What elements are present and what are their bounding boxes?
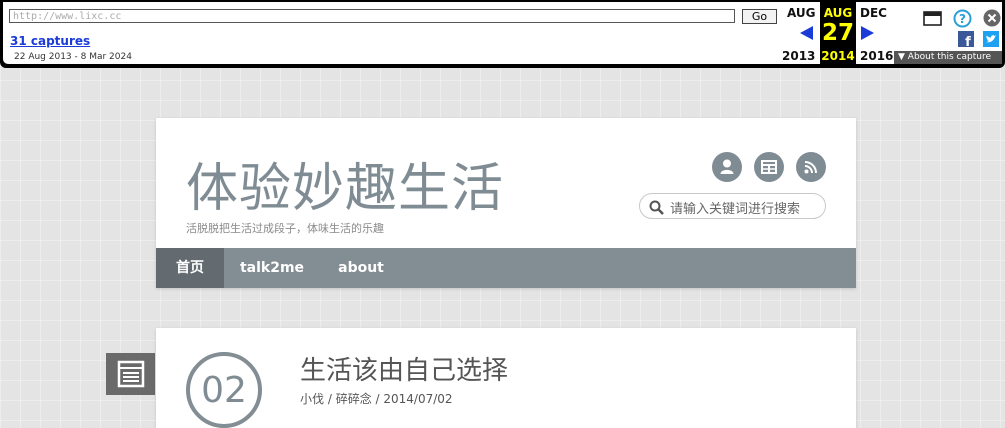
post-author[interactable]: 小伐 bbox=[300, 392, 324, 406]
site-title[interactable]: 体验妙趣生活 bbox=[186, 146, 504, 221]
about-capture-button[interactable]: ▼ About this capture bbox=[894, 51, 1002, 64]
current-year-label: 2014 bbox=[821, 49, 855, 63]
prev-capture-arrow-icon[interactable] bbox=[800, 26, 813, 40]
post-meta: 小伐 / 碎碎念 / 2014/07/02 bbox=[300, 390, 453, 407]
facebook-icon[interactable]: f bbox=[958, 31, 974, 47]
next-month-label[interactable]: DEC bbox=[860, 6, 887, 20]
search-placeholder: 请输入关键词进行搜索 bbox=[670, 202, 801, 217]
main-nav: 首页 talk2me about bbox=[156, 248, 856, 288]
nav-item-home[interactable]: 首页 bbox=[156, 248, 224, 288]
window-icon[interactable] bbox=[923, 11, 942, 26]
site-header: 体验妙趣生活 活脱脱把生活过成段子，体味生活的乐趣 请输入关键词进行搜索 首页 bbox=[156, 118, 856, 288]
next-year-label[interactable]: 2016 bbox=[860, 49, 893, 63]
capture-date-range: 22 Aug 2013 - 8 Mar 2024 bbox=[14, 52, 132, 62]
rss-icon[interactable] bbox=[796, 152, 826, 182]
captures-link[interactable]: 31 captures bbox=[10, 34, 90, 48]
post-category[interactable]: 碎碎念 bbox=[336, 392, 372, 406]
post-day-badge: 02 bbox=[186, 352, 262, 428]
user-icon[interactable] bbox=[712, 152, 742, 182]
prev-month-label[interactable]: AUG bbox=[787, 6, 816, 20]
current-day-label: 27 bbox=[821, 20, 854, 46]
nav-item-about[interactable]: about bbox=[320, 248, 402, 288]
nav-item-talk2me[interactable]: talk2me bbox=[224, 248, 320, 288]
post-day-number: 02 bbox=[201, 370, 247, 411]
close-icon[interactable] bbox=[983, 9, 1001, 27]
post-date: 2014/07/02 bbox=[383, 392, 453, 406]
wayback-toolbar-panel: http://www.lixc.cc Go 31 captures 22 Aug… bbox=[3, 2, 1002, 64]
wayback-go-button[interactable]: Go bbox=[742, 9, 777, 24]
help-icon[interactable]: ? bbox=[953, 9, 972, 28]
meta-separator: / bbox=[324, 392, 336, 406]
current-capture-date: AUG 27 2014 bbox=[820, 2, 856, 64]
next-capture-arrow-icon[interactable] bbox=[861, 26, 874, 40]
svg-text:f: f bbox=[965, 35, 971, 47]
post-card: 02 生活该由自己选择 小伐 / 碎碎念 / 2014/07/02 bbox=[156, 328, 856, 428]
search-input[interactable]: 请输入关键词进行搜索 bbox=[639, 193, 826, 219]
post-format-icon bbox=[106, 353, 155, 395]
current-month-label: AUG bbox=[823, 6, 853, 20]
meta-separator: / bbox=[371, 392, 384, 406]
svg-text:?: ? bbox=[959, 12, 966, 26]
wayback-toolbar: http://www.lixc.cc Go 31 captures 22 Aug… bbox=[0, 0, 1005, 68]
grid-icon[interactable] bbox=[754, 152, 784, 182]
post-title[interactable]: 生活该由自己选择 bbox=[300, 350, 508, 387]
wayback-url-input[interactable]: http://www.lixc.cc bbox=[9, 9, 735, 23]
search-icon bbox=[649, 200, 664, 215]
prev-year-label[interactable]: 2013 bbox=[782, 49, 815, 63]
site-tagline: 活脱脱把生活过成段子，体味生活的乐趣 bbox=[186, 222, 384, 235]
twitter-icon[interactable] bbox=[983, 31, 999, 47]
